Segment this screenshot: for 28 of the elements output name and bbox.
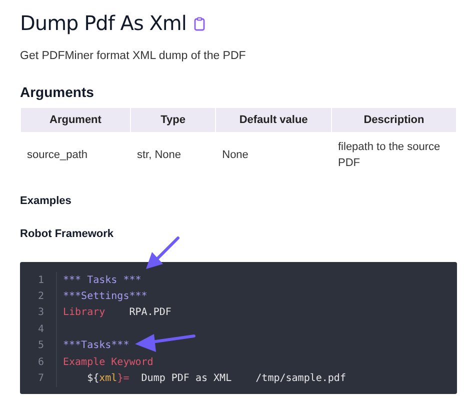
line-number: 6 bbox=[20, 354, 57, 370]
section-heading: Arguments bbox=[20, 84, 95, 100]
code-line: ***Tasks*** bbox=[62, 340, 130, 352]
table-cell: filepath to the source PDF bbox=[338, 141, 440, 169]
page-title: Dump Pdf As Xml bbox=[20, 11, 186, 35]
code-line: ***Settings*** bbox=[62, 291, 148, 302]
line-number: 2 bbox=[20, 288, 57, 305]
column-header: Default value bbox=[216, 108, 331, 132]
code-line: Example Keyword bbox=[62, 356, 154, 368]
line-number: 5 bbox=[20, 338, 57, 354]
line-number: 4 bbox=[20, 321, 57, 338]
column-header: Argument bbox=[21, 108, 130, 132]
line-number: 7 bbox=[20, 370, 57, 387]
description-text: Get PDFMiner format XML dump of the PDF bbox=[20, 50, 247, 62]
table-cell: source_path bbox=[27, 149, 88, 161]
line-number: 1 bbox=[20, 272, 57, 288]
column-header: Description bbox=[332, 108, 456, 132]
annotation-arrow bbox=[134, 332, 196, 354]
code-line: *** Tasks *** bbox=[62, 274, 142, 286]
column-header: Type bbox=[130, 108, 216, 132]
clipboard-icon[interactable] bbox=[194, 17, 206, 31]
example-title: Robot Framework bbox=[20, 228, 115, 240]
table-cell: None bbox=[222, 149, 248, 161]
code-line: ${xml}= Dump PDF as XML /tmp/sample.pdf bbox=[86, 373, 346, 384]
code-line: Library RPA.PDF bbox=[62, 307, 172, 318]
line-number: 3 bbox=[20, 304, 57, 322]
table-cell: str, None bbox=[136, 149, 181, 161]
section-heading: Examples bbox=[20, 195, 72, 207]
